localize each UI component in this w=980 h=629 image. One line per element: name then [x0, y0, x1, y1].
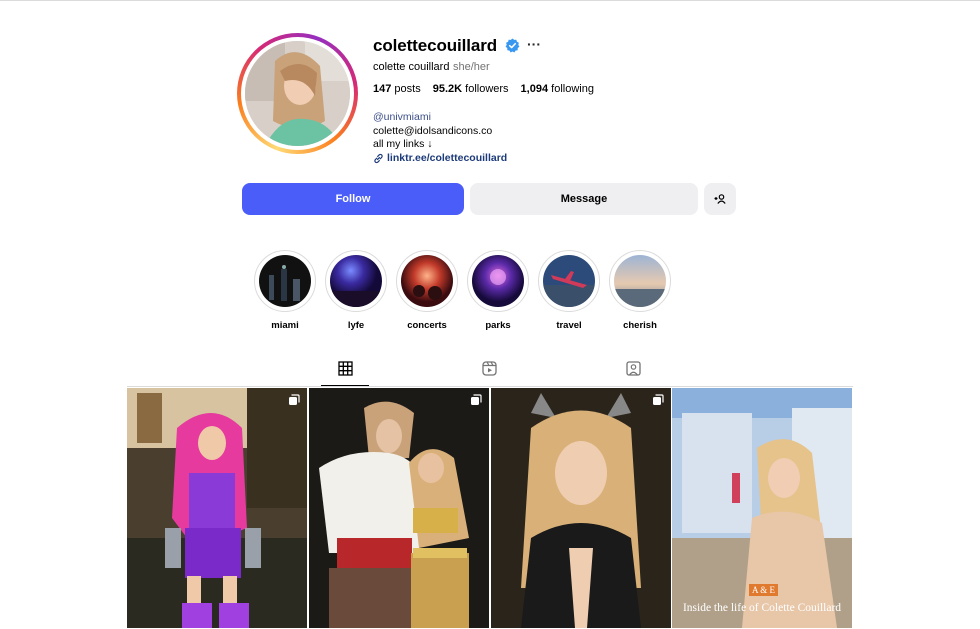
highlight-label: cherish: [623, 320, 657, 331]
message-button[interactable]: Message: [470, 183, 698, 215]
highlight-cover: [614, 255, 666, 307]
tab-reels[interactable]: [465, 361, 513, 386]
highlight-cover: [401, 255, 453, 307]
carousel-icon: [471, 394, 482, 405]
top-divider: [0, 0, 980, 1]
carousel-icon: [289, 394, 300, 405]
highlight-label: concerts: [407, 320, 447, 331]
reels-icon: [481, 361, 497, 376]
add-person-icon: [714, 194, 726, 204]
profile-pronouns: she/her: [453, 61, 490, 73]
post-image: [491, 388, 671, 628]
more-options-button[interactable]: ···: [527, 36, 541, 52]
post-caption: Inside the life of Colette Couillard: [682, 602, 842, 614]
bio-email: colette@idolsandicons.co: [373, 124, 493, 137]
highlight-label: lyfe: [347, 320, 365, 331]
highlight-cover: [472, 255, 524, 307]
highlight-miami[interactable]: miami: [254, 250, 316, 331]
bio-external-link[interactable]: linktr.ee/colettecouillard: [373, 152, 507, 166]
highlight-parks[interactable]: parks: [467, 250, 529, 331]
post-tile-reel[interactable]: A & E Inside the life of Colette Couilla…: [672, 388, 852, 628]
follow-button[interactable]: Follow: [242, 183, 464, 215]
post-tile[interactable]: [309, 388, 489, 628]
post-tile[interactable]: [491, 388, 671, 628]
posts-stat: 147 posts: [373, 83, 421, 95]
highlight-label: parks: [485, 320, 511, 331]
tab-tagged[interactable]: [609, 361, 657, 386]
grid-icon: [337, 361, 353, 376]
avatar-photo: [245, 41, 350, 146]
highlight-cover: [543, 255, 595, 307]
link-icon: [374, 153, 383, 163]
profile-full-name: colette couillard: [373, 61, 450, 73]
highlight-cover: [259, 255, 311, 307]
bio-text: all my links ↓: [373, 138, 433, 150]
highlight-label: miami: [271, 320, 299, 331]
suggest-users-button[interactable]: [704, 183, 736, 215]
highlight-concerts[interactable]: concerts: [396, 250, 458, 331]
profile-username: colettecouillard: [373, 36, 498, 55]
carousel-icon: [653, 394, 664, 405]
highlight-cherish[interactable]: cherish: [609, 250, 671, 331]
tagged-icon: [625, 361, 641, 376]
post-image: [127, 388, 307, 628]
followers-stat[interactable]: 95.2K followers: [433, 83, 509, 95]
highlight-cover: [330, 255, 382, 307]
post-badge: A & E: [749, 584, 779, 596]
bio-mention-link[interactable]: @univmiami: [373, 111, 507, 125]
profile-bio: @univmiami colette@idolsandicons.co all …: [373, 111, 507, 165]
profile-stats: 147 posts 95.2K followers 1,094 followin…: [373, 83, 594, 95]
highlight-label: travel: [556, 320, 582, 331]
verified-badge-icon: [505, 38, 520, 53]
tab-posts[interactable]: [321, 361, 369, 386]
post-image: [309, 388, 489, 628]
following-stat[interactable]: 1,094 following: [521, 83, 594, 95]
post-tile[interactable]: [127, 388, 307, 628]
highlight-lyfe[interactable]: lyfe: [325, 250, 387, 331]
highlight-travel[interactable]: travel: [538, 250, 600, 331]
profile-avatar[interactable]: [237, 33, 358, 154]
tabs-divider: [127, 386, 853, 387]
